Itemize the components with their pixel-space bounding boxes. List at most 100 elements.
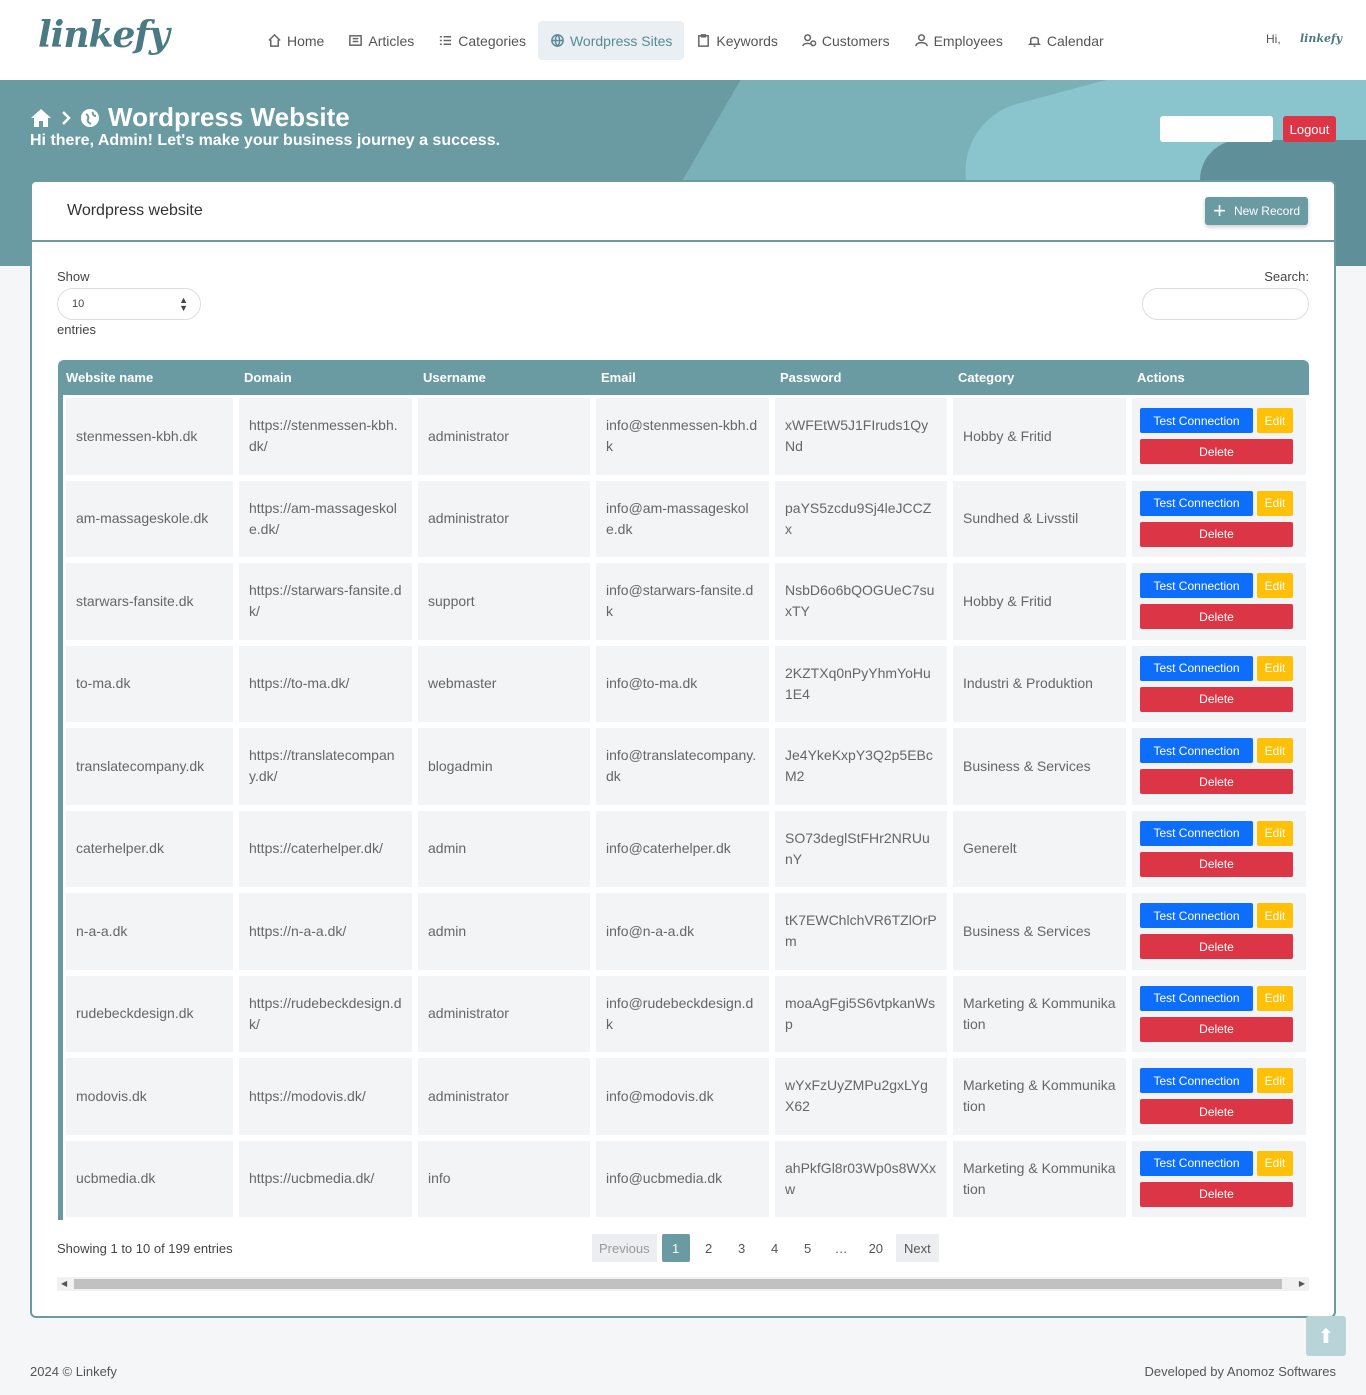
edit-button[interactable]: Edit	[1257, 820, 1293, 846]
action-group: Test Connection Edit	[1140, 655, 1306, 681]
test-connection-button[interactable]: Test Connection	[1140, 655, 1253, 681]
cell-email: info@ucbmedia.dk	[596, 1140, 769, 1217]
delete-button[interactable]: Delete	[1140, 1181, 1293, 1207]
delete-button[interactable]: Delete	[1140, 686, 1293, 712]
cell-website-name: starwars-fansite.dk	[66, 563, 233, 640]
websites-table: Website name Domain Username Email Passw…	[58, 360, 1309, 1220]
cell-category: Sundhed & Livsstil	[953, 480, 1126, 557]
logout-button[interactable]: Logout	[1283, 116, 1336, 142]
cell-category: Industri & Produktion	[953, 645, 1126, 722]
table-row: stenmessen-kbh.dk https://stenmessen-kbh.…	[58, 395, 1309, 478]
delete-button[interactable]: Delete	[1140, 521, 1293, 547]
pagination-page[interactable]: 1	[661, 1234, 690, 1262]
cell-domain: https://ucbmedia.dk/	[239, 1140, 412, 1217]
nav-calendar[interactable]: Calendar	[1015, 21, 1116, 60]
search-input[interactable]	[1142, 288, 1309, 320]
edit-button[interactable]: Edit	[1257, 985, 1293, 1011]
cell-email: info@starwars-fansite.dk	[596, 563, 769, 640]
col-domain[interactable]: Domain	[236, 370, 415, 385]
edit-button[interactable]: Edit	[1257, 738, 1293, 764]
test-connection-button[interactable]: Test Connection	[1140, 985, 1253, 1011]
scroll-left-icon[interactable]: ◀	[61, 1279, 67, 1288]
cell-website-name: caterhelper.dk	[66, 810, 233, 887]
cell-password: tK7EWChlchVR6TZlOrPm	[775, 893, 947, 970]
chevron-right-icon	[62, 110, 71, 125]
nav-categories[interactable]: Categories	[426, 21, 538, 60]
pagination-previous[interactable]: Previous	[592, 1234, 657, 1262]
row-actions: Test Connection Edit Delete	[1132, 398, 1306, 475]
test-connection-button[interactable]: Test Connection	[1140, 1150, 1253, 1176]
delete-button[interactable]: Delete	[1140, 851, 1293, 877]
test-connection-button[interactable]: Test Connection	[1140, 490, 1253, 516]
edit-button[interactable]: Edit	[1257, 903, 1293, 929]
nav-keywords[interactable]: Keywords	[684, 21, 789, 60]
edit-button[interactable]: Edit	[1257, 655, 1293, 681]
row-actions: Test Connection Edit Delete	[1132, 975, 1306, 1052]
cell-domain: https://am-massageskole.dk/	[239, 480, 412, 557]
col-email[interactable]: Email	[593, 370, 772, 385]
row-actions: Test Connection Edit Delete	[1132, 810, 1306, 887]
row-actions: Test Connection Edit Delete	[1132, 563, 1306, 640]
table-row: am-massageskole.dk https://am-massageskol…	[58, 477, 1309, 560]
nav-wordpress-sites[interactable]: Wordpress Sites	[537, 21, 685, 60]
scroll-right-icon[interactable]: ▶	[1299, 1279, 1305, 1288]
cell-password: wYxFzUyZMPu2gxLYgX62	[775, 1058, 947, 1135]
new-record-button[interactable]: + New Record	[1205, 197, 1308, 225]
pagination-page[interactable]: 3	[728, 1234, 756, 1262]
pagination-next[interactable]: Next	[896, 1234, 939, 1262]
edit-button[interactable]: Edit	[1257, 408, 1293, 434]
home-icon[interactable]	[30, 108, 52, 128]
action-group: Test Connection Edit	[1140, 738, 1306, 764]
brand-logo[interactable]: linkefy	[38, 14, 170, 56]
delete-button[interactable]: Delete	[1140, 769, 1293, 795]
delete-button[interactable]: Delete	[1140, 934, 1293, 960]
edit-button[interactable]: Edit	[1257, 573, 1293, 599]
cell-password: xWFEtW5J1FIruds1QyNd	[775, 398, 947, 475]
scroll-thumb[interactable]	[74, 1279, 1282, 1289]
edit-button[interactable]: Edit	[1257, 1150, 1293, 1176]
page-length-select[interactable]: 10 ▲ ▼	[57, 288, 201, 320]
user-icon	[914, 34, 928, 47]
nav-articles[interactable]: Articles	[336, 21, 426, 60]
cell-website-name: to-ma.dk	[66, 645, 233, 722]
test-connection-button[interactable]: Test Connection	[1140, 738, 1253, 764]
nav-employees[interactable]: Employees	[902, 21, 1015, 60]
horizontal-scrollbar[interactable]: ◀ ▶	[57, 1277, 1309, 1291]
cell-category: Marketing & Kommunikation	[953, 975, 1126, 1052]
cell-category: Marketing & Kommunikation	[953, 1058, 1126, 1135]
pagination-page[interactable]: 20	[861, 1234, 891, 1262]
edit-button[interactable]: Edit	[1257, 490, 1293, 516]
user-avatar-logo[interactable]: linkefy	[1300, 32, 1342, 45]
test-connection-button[interactable]: Test Connection	[1140, 903, 1253, 929]
col-username[interactable]: Username	[415, 370, 593, 385]
table-row: caterhelper.dk https://caterhelper.dk/adm…	[58, 807, 1309, 890]
cell-domain: https://starwars-fansite.dk/	[239, 563, 412, 640]
col-website-name[interactable]: Website name	[58, 370, 236, 385]
test-connection-button[interactable]: Test Connection	[1140, 408, 1253, 434]
test-connection-button[interactable]: Test Connection	[1140, 820, 1253, 846]
test-connection-button[interactable]: Test Connection	[1140, 573, 1253, 599]
page-subtitle: Hi there, Admin! Let's make your busines…	[30, 132, 501, 149]
cell-email: info@am-massageskole.dk	[596, 480, 769, 557]
delete-button[interactable]: Delete	[1140, 604, 1293, 630]
back-to-top-button[interactable]: ⬆	[1306, 1316, 1346, 1356]
articles-icon	[349, 35, 363, 46]
pagination-page[interactable]: 2	[695, 1234, 723, 1262]
nav-home[interactable]: Home	[255, 21, 336, 60]
col-category[interactable]: Category	[950, 370, 1129, 385]
pagination-page[interactable]: 5	[794, 1234, 822, 1262]
action-group: Test Connection Edit	[1140, 573, 1306, 599]
delete-button[interactable]: Delete	[1140, 439, 1293, 465]
test-connection-button[interactable]: Test Connection	[1140, 1068, 1253, 1094]
header-input[interactable]	[1160, 116, 1273, 142]
home-icon	[268, 33, 281, 47]
page-title: Wordpress Website	[108, 102, 350, 132]
delete-button[interactable]: Delete	[1140, 1099, 1293, 1125]
cell-password: paYS5zcdu9Sj4leJCCZx	[775, 480, 947, 557]
pagination-page[interactable]: 4	[761, 1234, 789, 1262]
edit-button[interactable]: Edit	[1257, 1068, 1293, 1094]
col-password[interactable]: Password	[772, 370, 950, 385]
footer-copyright: 2024 © Linkefy	[30, 1364, 117, 1379]
nav-customers[interactable]: Customers	[790, 21, 902, 60]
delete-button[interactable]: Delete	[1140, 1016, 1293, 1042]
